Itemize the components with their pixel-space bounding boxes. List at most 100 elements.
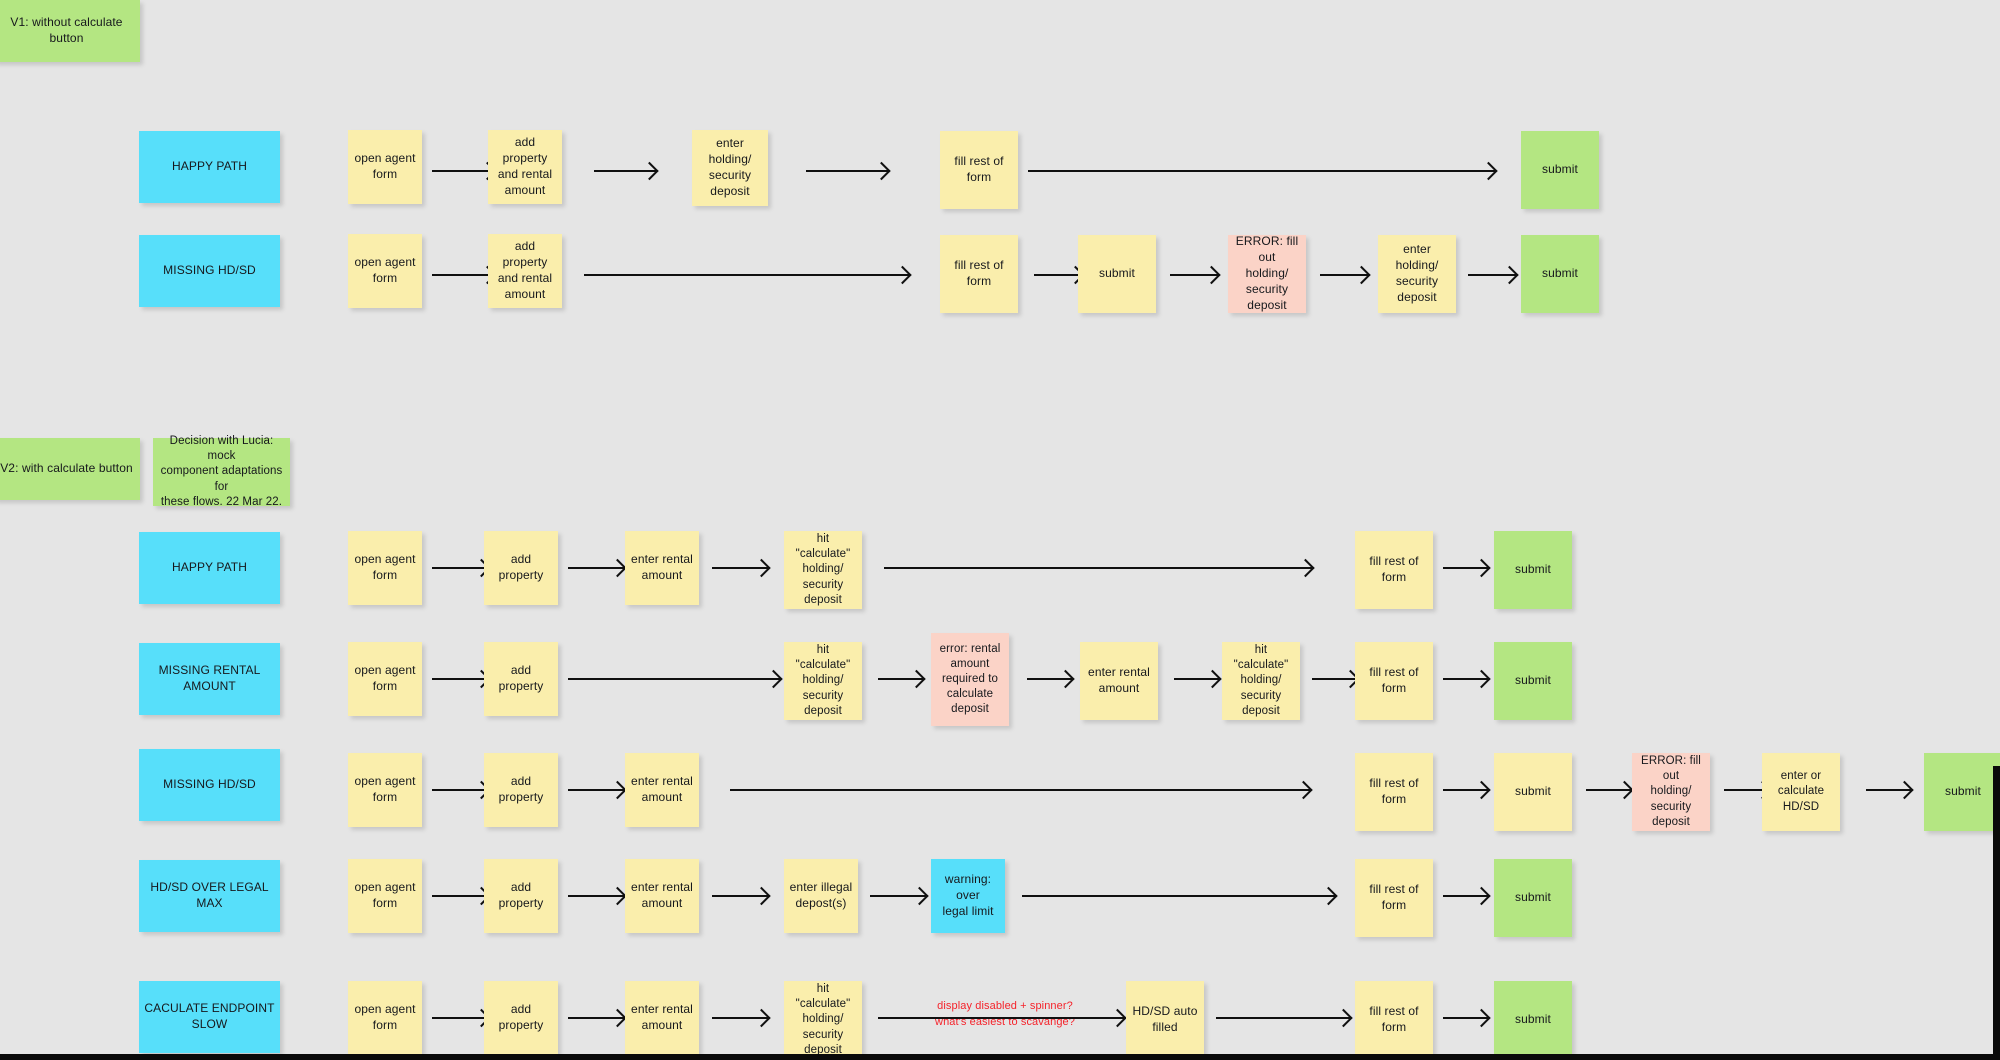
step-note-error[interactable]: ERROR: fill out holding/ security deposi…: [1632, 753, 1710, 831]
step-label: add property and rental amount: [497, 135, 553, 197]
step-note[interactable]: enter rental amount: [625, 531, 699, 605]
step-note[interactable]: enter illegal depost(s): [784, 859, 858, 933]
step-note[interactable]: submit: [1521, 131, 1599, 209]
step-label: submit: [1099, 266, 1135, 281]
step-note-error[interactable]: error: rental amount required to calcula…: [931, 633, 1009, 726]
step-note-warning[interactable]: warning: over legal limit: [931, 859, 1005, 933]
flow-title-text: HD/SD OVER LEGAL MAX: [150, 880, 269, 910]
flow-title-v1-happy-path[interactable]: HAPPY PATH: [139, 131, 280, 203]
section-label-v1[interactable]: V1: without calculate button: [0, 0, 140, 62]
step-label: fill rest of form: [1369, 882, 1419, 912]
step-label: add property: [498, 774, 544, 804]
connector-arrow: [568, 567, 624, 569]
connector-arrow: [1022, 895, 1335, 897]
step-note[interactable]: add property and rental amount: [488, 130, 562, 204]
connector-arrow: [1034, 274, 1082, 276]
step-label: submit: [1945, 784, 1981, 799]
viewport-right-scrollbar[interactable]: [1993, 766, 2000, 1060]
step-label: enter or calculate HD/SD: [1777, 770, 1825, 813]
step-note[interactable]: enter rental amount: [625, 981, 699, 1055]
step-label: submit: [1542, 162, 1578, 177]
decision-note[interactable]: Decision with Lucia: mock component adap…: [153, 435, 290, 508]
step-note[interactable]: fill rest of form: [1355, 859, 1433, 937]
step-label: enter rental amount: [631, 880, 693, 910]
step-note[interactable]: submit: [1494, 981, 1572, 1059]
step-note[interactable]: submit: [1078, 235, 1156, 313]
step-note[interactable]: enter rental amount: [625, 753, 699, 827]
step-note[interactable]: submit: [1494, 642, 1572, 720]
step-note[interactable]: enter rental amount: [625, 859, 699, 933]
step-label: fill rest of form: [954, 258, 1004, 288]
step-note[interactable]: open agent form: [348, 859, 422, 933]
step-note[interactable]: add property: [484, 531, 558, 605]
step-note[interactable]: submit: [1494, 753, 1572, 831]
flow-title-v2-calculate-endpoint-slow[interactable]: CACULATE ENDPOINT SLOW: [139, 981, 280, 1053]
flow-title-text: MISSING HD/SD: [163, 777, 256, 792]
step-note[interactable]: submit: [1494, 859, 1572, 937]
step-note[interactable]: hit "calculate" holding/ security deposi…: [784, 981, 862, 1059]
step-note[interactable]: hit "calculate" holding/ security deposi…: [784, 642, 862, 720]
section-label-v2[interactable]: V2: with calculate button: [0, 438, 140, 500]
step-label: enter holding/ security deposit: [1395, 242, 1439, 304]
step-note[interactable]: fill rest of form: [940, 235, 1018, 313]
flow-title-v1-missing-hd-sd[interactable]: MISSING HD/SD: [139, 235, 280, 307]
connector-arrow: [1443, 895, 1488, 897]
step-note[interactable]: add property: [484, 859, 558, 933]
flow-title-v2-hd-sd-over-legal-max[interactable]: HD/SD OVER LEGAL MAX: [139, 860, 280, 932]
step-note[interactable]: enter or calculate HD/SD: [1762, 753, 1840, 831]
step-label: open agent form: [354, 151, 416, 181]
connector-arrow: [432, 1017, 488, 1019]
step-note[interactable]: submit: [1494, 531, 1572, 609]
connector-arrow: [884, 567, 1312, 569]
step-note[interactable]: add property: [484, 981, 558, 1055]
step-label: hit "calculate" holding/ security deposi…: [795, 983, 851, 1056]
step-note[interactable]: open agent form: [348, 234, 422, 308]
whiteboard-canvas[interactable]: V1: without calculate button HAPPY PATH …: [0, 0, 2000, 1060]
step-note[interactable]: add property: [484, 642, 558, 716]
step-label: enter rental amount: [631, 774, 693, 804]
step-note[interactable]: enter holding/ security deposit: [692, 130, 768, 206]
step-note[interactable]: open agent form: [348, 531, 422, 605]
step-note[interactable]: submit: [1521, 235, 1599, 313]
step-label: fill rest of form: [954, 154, 1004, 184]
step-note[interactable]: enter holding/ security deposit: [1378, 235, 1456, 313]
flow-title-v2-happy-path[interactable]: HAPPY PATH: [139, 532, 280, 604]
step-label: enter rental amount: [1088, 665, 1150, 695]
flow-title-text: MISSING HD/SD: [163, 263, 256, 278]
step-note[interactable]: open agent form: [348, 130, 422, 204]
step-label: enter illegal depost(s): [789, 880, 853, 910]
flow-title-v2-missing-hd-sd[interactable]: MISSING HD/SD: [139, 749, 280, 821]
connector-arrow: [712, 895, 768, 897]
step-note[interactable]: add property and rental amount: [488, 234, 562, 308]
step-note-error[interactable]: ERROR: fill out holding/ security deposi…: [1228, 234, 1306, 313]
flow-title-text: HAPPY PATH: [171, 560, 248, 575]
step-note[interactable]: hit "calculate" holding/ security deposi…: [1222, 642, 1300, 720]
connector-arrow: [432, 170, 494, 172]
connector-arrow: [1216, 1017, 1350, 1019]
step-note[interactable]: enter rental amount: [1080, 642, 1158, 720]
step-note[interactable]: hit "calculate" holding/ security deposi…: [784, 531, 862, 609]
step-note[interactable]: fill rest of form: [1355, 753, 1433, 831]
flow-title-v2-missing-rental-amount[interactable]: MISSING RENTAL AMOUNT: [139, 643, 280, 715]
step-note[interactable]: open agent form: [348, 753, 422, 827]
step-label: fill rest of form: [1369, 554, 1419, 584]
step-label: add property: [498, 663, 544, 693]
step-label: enter rental amount: [631, 552, 693, 582]
connector-arrow: [730, 789, 1310, 791]
step-label: submit: [1515, 1012, 1551, 1027]
step-label: submit: [1515, 673, 1551, 688]
step-note[interactable]: fill rest of form: [1355, 981, 1433, 1059]
step-note[interactable]: fill rest of form: [940, 131, 1018, 209]
connector-arrow: [806, 170, 888, 172]
step-note[interactable]: HD/SD auto filled: [1126, 981, 1204, 1059]
step-note[interactable]: open agent form: [348, 642, 422, 716]
step-note[interactable]: submit: [1924, 753, 2000, 831]
step-note[interactable]: fill rest of form: [1355, 642, 1433, 720]
step-note[interactable]: fill rest of form: [1355, 531, 1433, 609]
viewport-bottom-edge: [0, 1054, 2000, 1060]
connector-arrow: [432, 895, 488, 897]
section-label-v2-text: V2: with calculate button: [0, 461, 133, 476]
step-note[interactable]: add property: [484, 753, 558, 827]
step-label: add property: [498, 1002, 544, 1032]
step-note[interactable]: open agent form: [348, 981, 422, 1055]
